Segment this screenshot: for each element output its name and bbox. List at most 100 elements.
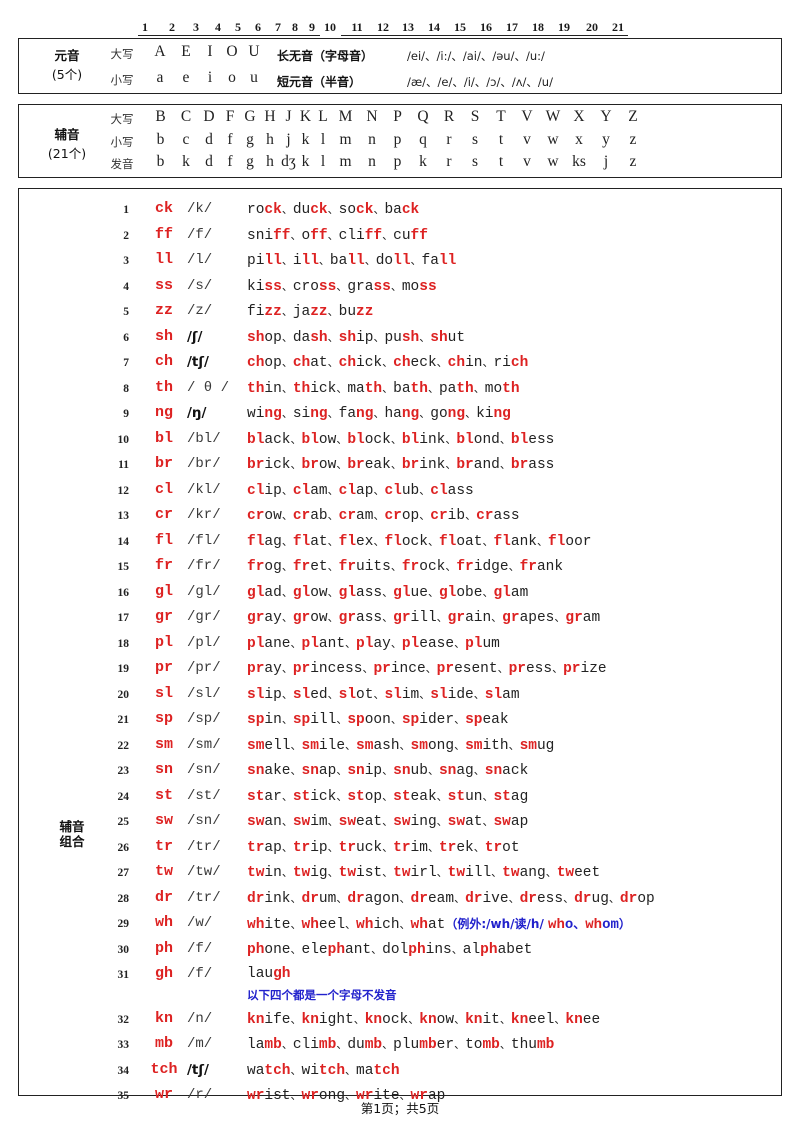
highlighted-letters: cr [476, 508, 494, 524]
word-separator: 、 [608, 891, 620, 905]
combo-row-index: 11 [118, 459, 129, 471]
combo-row-index: 17 [117, 612, 130, 624]
plain-letters: fa [338, 406, 357, 422]
example-word: what [411, 917, 446, 933]
plain-letters: ess [525, 661, 553, 677]
plain-letters: op [637, 890, 655, 907]
plain-letters: ink [264, 890, 291, 907]
plain-letters: ele [301, 941, 328, 958]
combo-phonetic: /br/ [187, 456, 221, 472]
plain-letters: ag [456, 763, 474, 779]
combo-word-list: clip、clam、clap、club、class [247, 482, 474, 499]
word-separator: 、 [436, 866, 448, 879]
combo-phonetic: /ŋ/ [187, 405, 207, 421]
word-separator: 、 [454, 1038, 466, 1051]
combo-word-list: rock、duck、sock、back [247, 201, 419, 218]
example-word: break [347, 457, 391, 473]
ruler-number: 2 [169, 20, 175, 34]
highlighted-letters: sh [401, 329, 420, 346]
plain-letters: la [247, 1037, 265, 1053]
word-separator: 、 [427, 585, 439, 599]
highlighted-letters: mb [264, 1037, 282, 1053]
highlighted-letters: dr [465, 890, 483, 907]
combo-digraph: sm [154, 735, 173, 753]
combo-word-list: crow、crab、cram、crop、crib、crass [247, 507, 520, 524]
combo-phonetic: /l/ [187, 252, 213, 268]
combo-row: 15 fr/fr/frog、fret、fruits、frock、fridge、fr… [19, 556, 783, 582]
plain-letters: it [482, 1011, 500, 1028]
word-separator: 、 [454, 1012, 466, 1026]
combo-row: 19 pr/pr/pray、princess、prince、present、pre… [19, 658, 783, 684]
word-separator: 、 [373, 203, 385, 216]
combo-word-list: pill、ill、ball、doll、fall [247, 252, 456, 269]
plain-letters: ar [264, 788, 282, 805]
letter-cell: v [523, 153, 531, 170]
combo-row: 7 ch/tʃ/chop、chat、chick、check、chin、rich [19, 352, 783, 378]
plain-letters: to [465, 1037, 483, 1053]
word-separator: 、 [382, 866, 394, 879]
plain-letters: eam [427, 890, 455, 907]
highlighted-letters: tch [373, 1062, 400, 1079]
highlighted-letters: sl [484, 686, 503, 703]
combo-row: 5 zz/z/fizz、jazz、buzz [19, 301, 783, 327]
example-word: present [437, 661, 498, 677]
word-separator: 、 [508, 891, 520, 905]
word-separator: 、 [491, 866, 503, 879]
combo-phonetic: /sl/ [187, 685, 221, 702]
combo-digraph: ll [154, 251, 173, 268]
combo-row: 17 gr/gr/gray、grow、grass、grill、grain、grap… [19, 607, 783, 633]
word-separator: 、 [327, 305, 339, 318]
ruler-number: 6 [255, 20, 261, 34]
highlighted-letters: sm [301, 737, 319, 754]
highlighted-letters: bl [456, 431, 474, 448]
word-separator: 、 [419, 407, 431, 420]
word-separator: 、 [327, 866, 339, 879]
plain-letters: ot [356, 686, 374, 703]
word-separator: 、 [353, 1012, 365, 1026]
exception-note: （例外:/wh/读/h/ who、whom） [445, 917, 631, 933]
letter-cell: m [339, 131, 352, 148]
example-word: moth [485, 381, 520, 397]
highlighted-letters: cr [430, 508, 448, 524]
example-word: knife [247, 1012, 291, 1028]
letter-cell: v [523, 131, 531, 148]
vowel-table: 元音 (5个) 大写 小写 AEIOU a eiou 长无音（字母音） 短元音（半… [18, 38, 782, 94]
plain-letters: ock [401, 533, 428, 550]
highlighted-letters: wh [585, 917, 603, 933]
example-word: duck [293, 202, 328, 218]
word-separator: 、 [563, 891, 575, 905]
example-word: path [439, 381, 474, 397]
plain-letters: ap [356, 482, 374, 499]
word-separator: 、 [554, 611, 566, 624]
plain-letters: eck [410, 355, 437, 371]
highlighted-letters: pr [436, 661, 455, 677]
example-word: trip [293, 840, 328, 856]
plain-letters: ex [356, 533, 374, 550]
word-separator: 、 [445, 432, 457, 446]
word-separator: 、 [454, 891, 466, 905]
example-word: jazz [293, 304, 328, 320]
letter-cell: g [246, 131, 254, 148]
word-separator: 、 [552, 662, 564, 675]
letter-cell: B [155, 108, 166, 125]
example-word: math [347, 381, 382, 397]
word-separator: 、 [281, 866, 293, 879]
column-ruler: 1 2 3 4 5 6 7 8 9 10 11 12 13 14 15 16 17 18 19 20 21 [0, 18, 800, 38]
word-separator: 、 [399, 738, 411, 752]
example-word: white [247, 917, 291, 933]
plain-letters: am [510, 584, 529, 601]
combo-digraph: tw [154, 863, 173, 880]
plain-letters: og [264, 559, 282, 575]
plain-letters: oat [456, 533, 483, 550]
highlighted-letters: th [292, 380, 311, 397]
plain-letters: ass [528, 457, 555, 473]
example-word: which [356, 917, 400, 933]
combo-word-list: drink、drum、dragon、dream、drive、dress、drug… [247, 890, 655, 907]
combo-row-index: 23 [117, 765, 130, 777]
word-separator: 、 [427, 534, 439, 548]
highlighted-letters: kn [419, 1011, 437, 1028]
ruler-number: 7 [275, 20, 281, 34]
letter-cell: F [225, 108, 235, 125]
letter-cell: L [318, 108, 328, 125]
word-separator: 、 [281, 407, 293, 420]
